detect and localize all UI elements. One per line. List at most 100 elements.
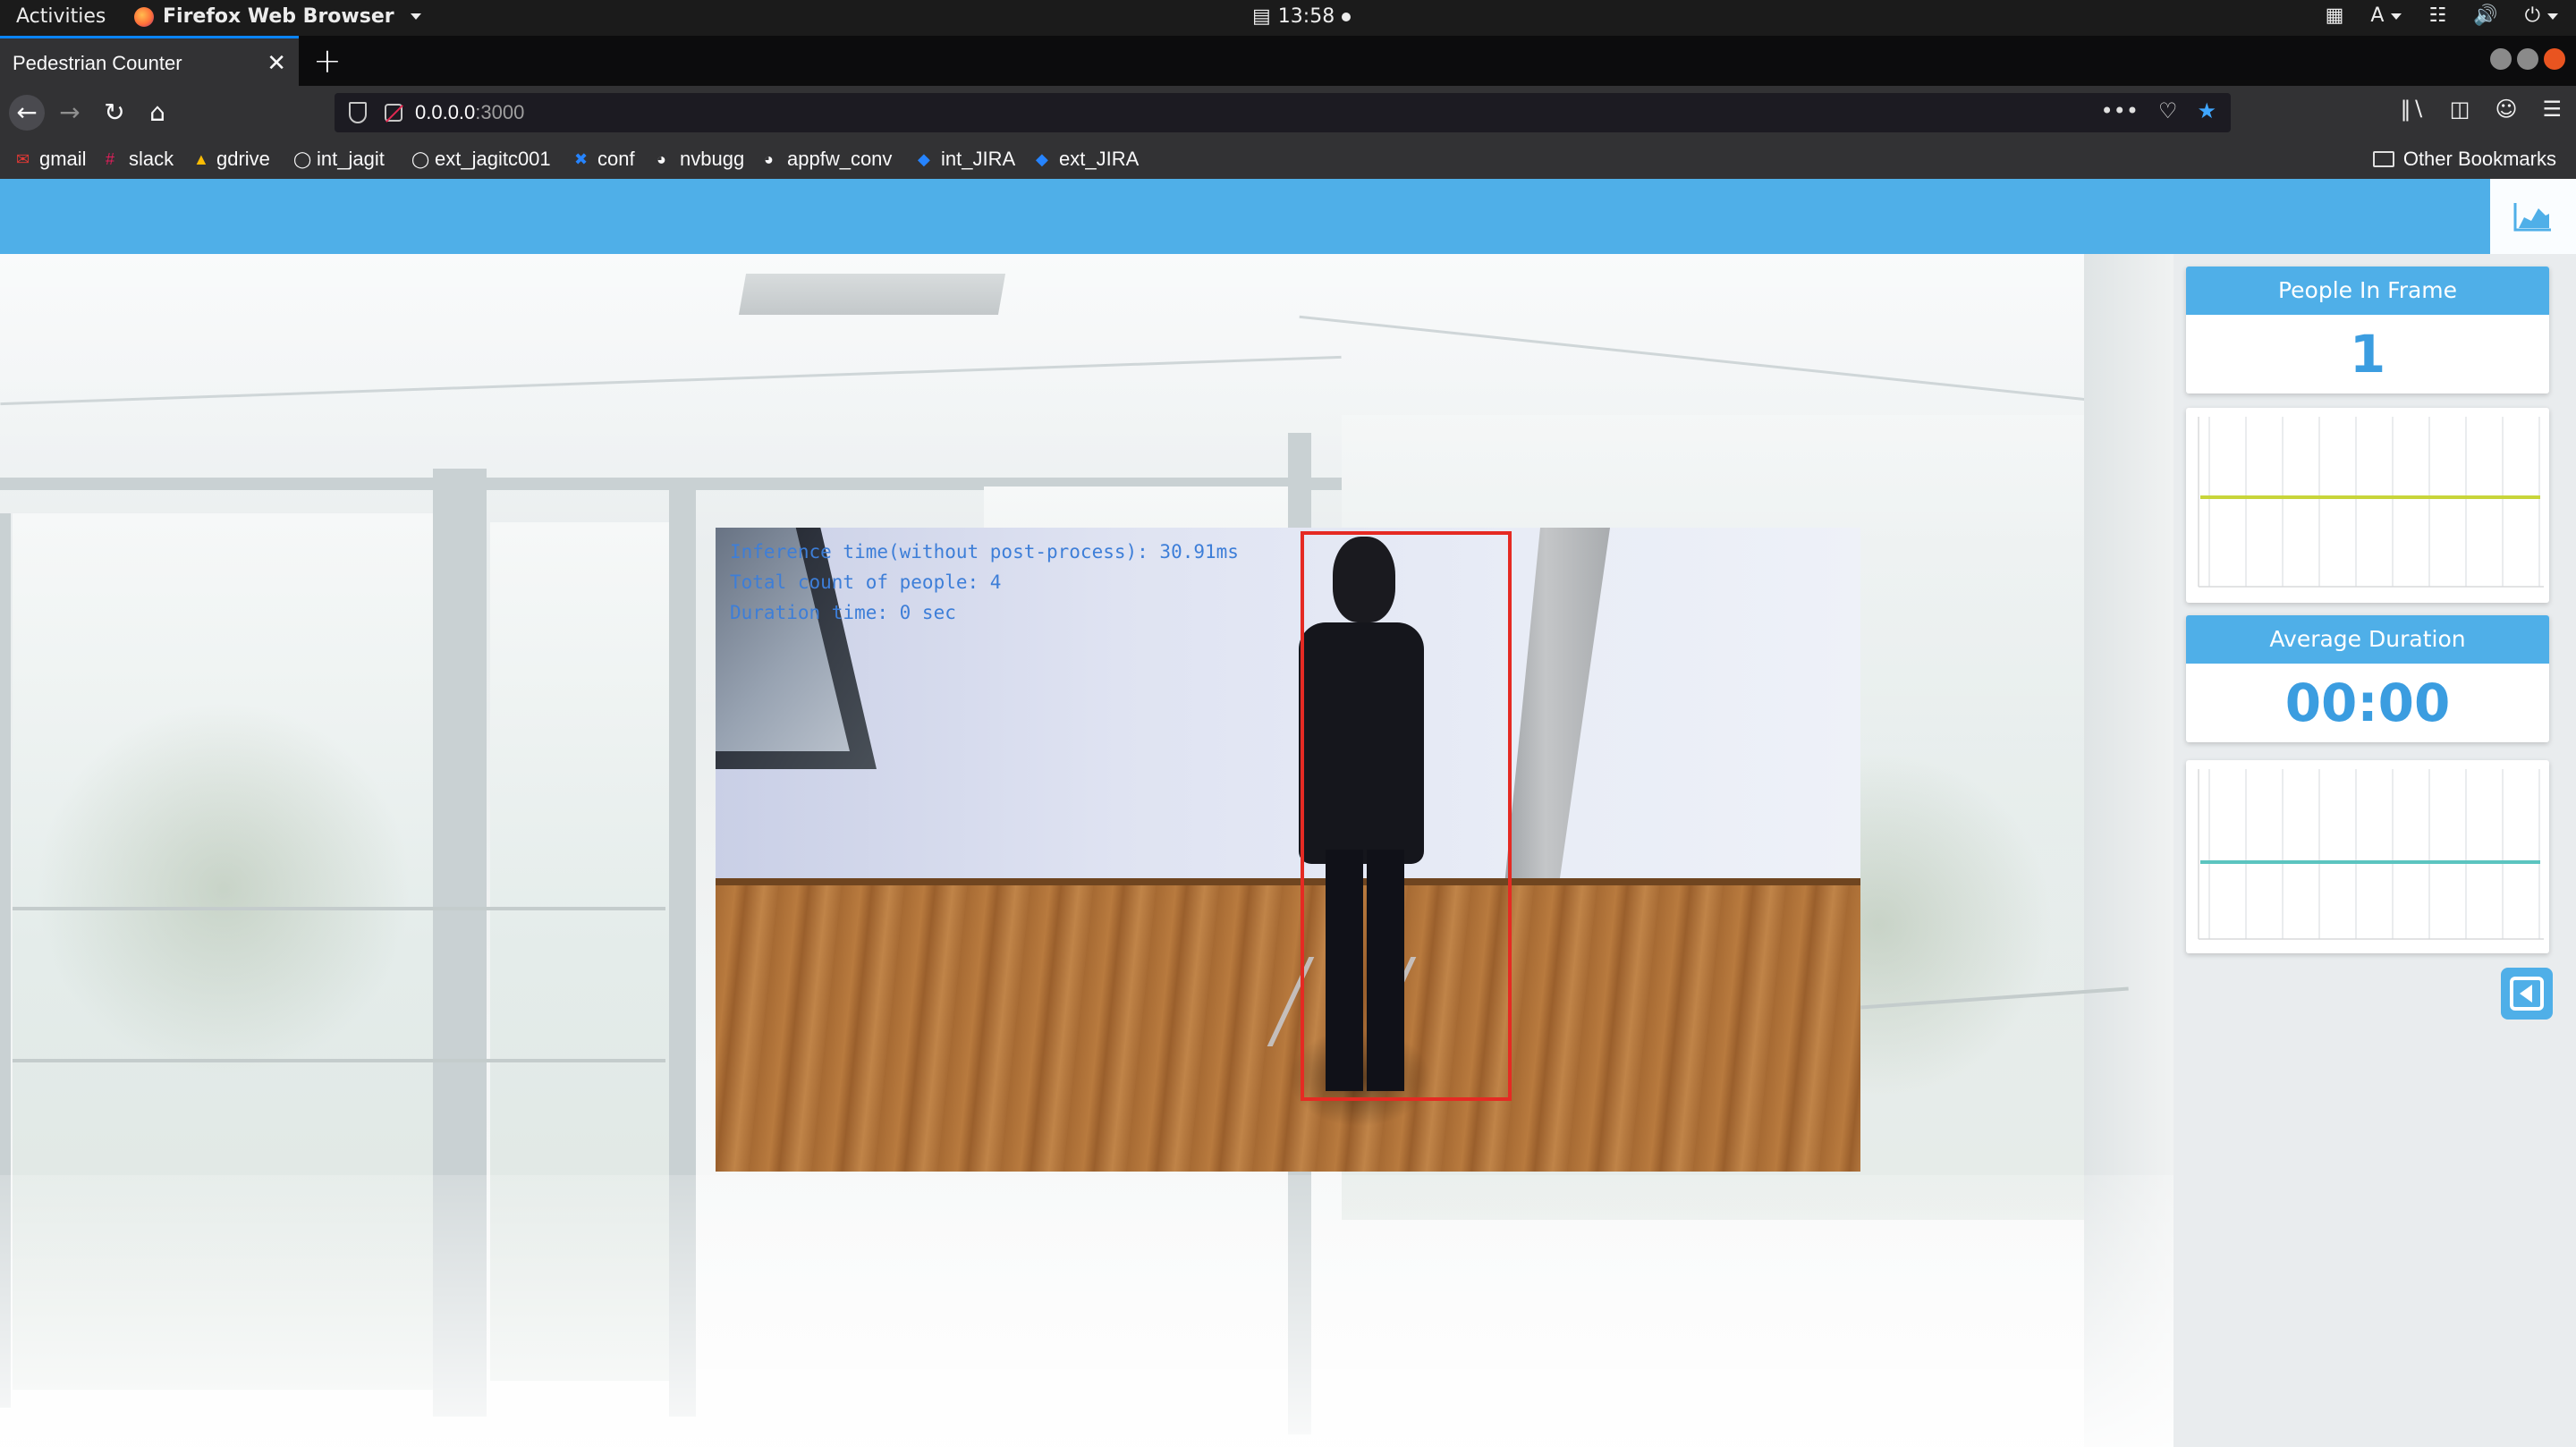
confluence-icon: ✖ — [574, 150, 589, 168]
folder-icon — [2372, 151, 2394, 167]
people-in-frame-label: People In Frame — [2186, 267, 2549, 315]
bookmark-int-jira[interactable]: ◆ int_JIRA — [918, 148, 1015, 171]
people-in-frame-value: 1 — [2349, 324, 2386, 385]
area-chart-icon — [2513, 203, 2551, 232]
bookmark-ext-jagitc001[interactable]: ◯ ext_jagitc001 — [411, 148, 551, 171]
gdrive-icon: ▲ — [193, 150, 209, 168]
overlay-line-duration: Duration time: 0 sec — [730, 602, 956, 623]
app-menu[interactable]: Firefox Web Browser — [134, 5, 421, 28]
system-tray: ▦ A ☷ 🔊 ⏻ — [2326, 4, 2558, 27]
toolbar-right: ‖∖ ◫ ☺ ☰ — [2400, 97, 2562, 122]
gmail-icon: ✉ — [16, 150, 30, 168]
collapse-sidebar-button[interactable] — [2501, 968, 2553, 1020]
calendar-icon: ▤ — [1252, 5, 1271, 28]
bookmark-gdrive[interactable]: ▲ gdrive — [193, 148, 270, 171]
back-arrow-icon[interactable]: ← — [9, 95, 45, 131]
bookmark-appfw-conv[interactable]: ◕ appfw_conv — [764, 148, 892, 171]
bookmarks-toolbar: ✉ gmail # slack ▲ gdrive ◯ int_jagit ◯ ext_ja… — [0, 140, 2576, 179]
bookmark-ext-jira[interactable]: ◆ ext_JIRA — [1036, 148, 1139, 171]
network-icon[interactable]: ☷ — [2428, 4, 2446, 27]
close-window-icon[interactable] — [2544, 48, 2565, 70]
bookmark-label: gmail — [39, 148, 87, 170]
jira-icon: ◆ — [918, 150, 930, 168]
more-actions-icon[interactable]: ••• — [2101, 98, 2139, 123]
globe-icon: ◕ — [764, 150, 774, 168]
hamburger-menu-icon[interactable]: ☰ — [2542, 97, 2562, 122]
tab-strip: Pedestrian Counter ✕ + — [0, 36, 2576, 86]
close-tab-icon[interactable]: ✕ — [267, 49, 286, 77]
tab-pedestrian-counter[interactable]: Pedestrian Counter ✕ — [0, 36, 299, 86]
bookmark-label: appfw_conv — [787, 148, 893, 170]
pocket-icon[interactable]: ♡ — [2158, 98, 2178, 123]
detection-bounding-box — [1301, 531, 1512, 1101]
tracking-protection-icon[interactable] — [349, 102, 367, 123]
home-icon[interactable]: ⌂ — [140, 95, 175, 131]
bookmark-conf[interactable]: ✖ conf — [574, 148, 635, 171]
chevron-down-icon — [2547, 13, 2558, 20]
page-actions: ••• ♡ ★ — [2101, 98, 2217, 123]
reload-icon[interactable]: ↻ — [97, 95, 132, 131]
github-icon: ◯ — [293, 150, 312, 168]
new-tab-button[interactable]: + — [313, 41, 342, 80]
url-text[interactable]: 0.0.0.0:3000 — [415, 101, 524, 124]
bookmark-label: int_jagit — [317, 148, 385, 170]
bookmark-int-jagit[interactable]: ◯ int_jagit — [293, 148, 385, 171]
other-bookmarks-label: Other Bookmarks — [2402, 148, 2556, 170]
jira-icon: ◆ — [1036, 150, 1048, 168]
clock-time: 13:58 — [1277, 5, 1335, 28]
video-feed: Inference time(without post-process): 30… — [716, 528, 1860, 1172]
stats-toggle-button[interactable] — [2490, 179, 2576, 254]
screen-icon[interactable]: ▦ — [2326, 4, 2344, 27]
average-duration-label: Average Duration — [2186, 615, 2549, 664]
window-controls — [2490, 48, 2565, 70]
bookmark-nvbugg[interactable]: ◕ nvbugg — [657, 148, 744, 171]
keyboard-layout-label: A — [2370, 4, 2385, 27]
firefox-icon — [134, 6, 154, 27]
activities-button[interactable]: Activities — [16, 5, 106, 28]
bookmark-gmail[interactable]: ✉ gmail — [16, 148, 87, 171]
volume-icon[interactable]: 🔊 — [2473, 4, 2497, 27]
main-content: Inference time(without post-process): 30… — [0, 254, 2174, 1447]
bookmark-star-icon[interactable]: ★ — [2197, 98, 2216, 123]
overlay-line-total-count: Total count of people: 4 — [730, 571, 1002, 593]
slack-icon: # — [106, 150, 115, 168]
globe-icon: ◕ — [657, 150, 666, 168]
people-in-frame-card: People In Frame 1 — [2186, 267, 2549, 393]
bookmark-label: nvbugg — [680, 148, 745, 170]
app-menu-label: Firefox Web Browser — [163, 5, 394, 28]
url-bar[interactable]: 0.0.0.0:3000 ••• ♡ ★ — [335, 93, 2231, 132]
bookmark-label: int_JIRA — [941, 148, 1016, 170]
other-bookmarks[interactable]: Other Bookmarks — [2372, 148, 2556, 171]
chevron-down-icon — [410, 13, 421, 20]
sidebar-toggle-icon[interactable]: ◫ — [2450, 97, 2470, 122]
navigation-toolbar: ← → ↻ ⌂ 0.0.0.0:3000 ••• ♡ ★ ‖∖ ◫ ☺ ☰ — [0, 86, 2576, 140]
gnome-top-bar: Activities Firefox Web Browser ▤ 13:58 ▦… — [0, 0, 2576, 36]
account-icon[interactable]: ☺ — [2495, 97, 2517, 122]
keyboard-layout[interactable]: A — [2370, 4, 2402, 27]
people-in-frame-chart — [2186, 408, 2549, 603]
average-duration-value: 00:00 — [2284, 673, 2451, 733]
stats-sidebar: People In Frame 1 Average Duration 00:00 — [2174, 254, 2576, 1447]
bookmark-label: ext_jagitc001 — [435, 148, 551, 170]
clock[interactable]: ▤ 13:58 — [1252, 5, 1352, 28]
notification-dot-icon — [1342, 12, 1352, 21]
app-header — [0, 179, 2576, 254]
minimize-icon[interactable] — [2490, 48, 2512, 70]
insecure-lock-icon[interactable] — [385, 104, 402, 122]
overlay-line-inference-time: Inference time(without post-process): 30… — [730, 541, 1239, 563]
average-duration-chart — [2186, 760, 2549, 953]
tab-title: Pedestrian Counter — [13, 52, 182, 74]
url-port: :3000 — [475, 101, 525, 123]
forward-arrow-icon[interactable]: → — [52, 95, 88, 131]
url-host: 0.0.0.0 — [415, 101, 476, 123]
chevron-down-icon — [2391, 13, 2402, 20]
power-icon[interactable]: ⏻ — [2525, 4, 2558, 27]
maximize-icon[interactable] — [2517, 48, 2538, 70]
bookmark-slack[interactable]: # slack — [106, 148, 174, 171]
bookmark-label: gdrive — [216, 148, 270, 170]
bookmark-label: ext_JIRA — [1059, 148, 1140, 170]
library-icon[interactable]: ‖∖ — [2400, 97, 2424, 122]
caret-left-icon — [2510, 977, 2544, 1011]
github-icon: ◯ — [411, 150, 430, 168]
bookmark-label: slack — [129, 148, 174, 170]
